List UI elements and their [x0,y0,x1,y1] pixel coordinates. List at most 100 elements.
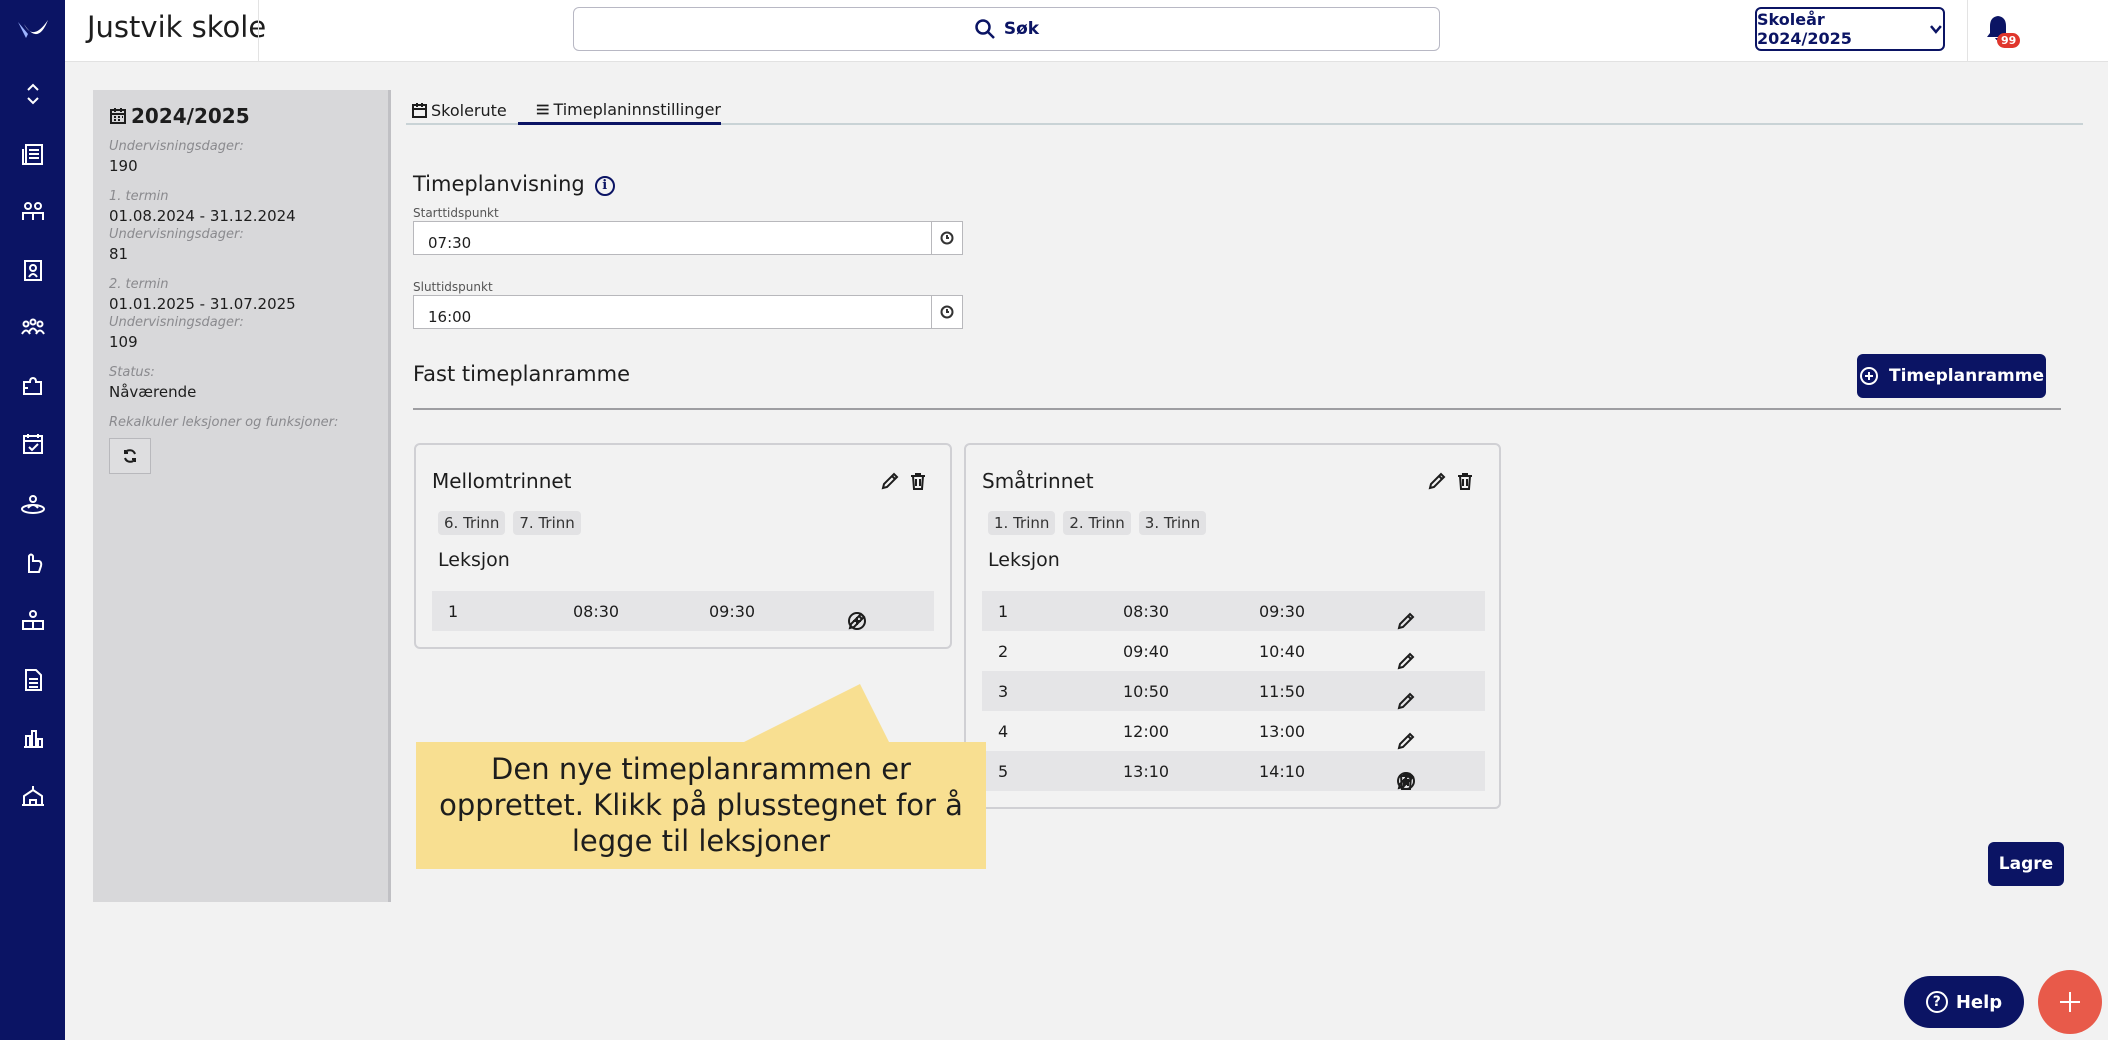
frame-card-mellomtrinnet: Mellomtrinnet 6. Trinn 7. Trinn Leksjon … [414,443,952,649]
end-time-value: 16:00 [428,308,472,326]
term2-days-label: Undervisningsdager: [109,315,244,330]
groups-icon[interactable] [19,314,47,342]
hand-icon[interactable] [19,548,47,576]
lesson-start: 12:00 [1123,722,1170,741]
end-time-label: Sluttidspunkt [413,280,493,294]
start-time-label: Starttidspunkt [413,206,499,220]
fixed-frame-heading: Fast timeplanramme [413,362,630,386]
lesson-number: 2 [998,642,1009,661]
tab-skolerute[interactable]: Skolerute [412,96,507,125]
puzzle-icon[interactable] [19,372,47,400]
term2-label: 2. termin [109,277,169,292]
document-icon[interactable] [19,666,47,694]
lesson-number: 1 [448,602,459,621]
plus-circle-icon[interactable] [847,611,867,635]
lesson-end: 13:00 [1259,722,1306,741]
term1-days-label: Undervisningsdager: [109,227,244,242]
lesson-row: 3 10:50 11:50 [982,671,1485,711]
lesson-row: 1 08:30 09:30 [982,591,1485,631]
term2-days-value: 109 [109,333,138,351]
school-year-selector[interactable]: Skoleår 2024/2025 [1755,7,1945,51]
list-icon [536,104,549,114]
info-year: 2024/2025 [131,104,250,128]
calendar-check-icon[interactable] [19,430,47,458]
lesson-end: 11:50 [1259,682,1306,701]
grade-chip: 2. Trinn [1063,511,1131,535]
expand-collapse-icon[interactable] [19,80,47,108]
tab-bar: Skolerute Timeplaninnstillinger [406,90,2083,125]
help-button[interactable]: ? Help [1904,976,2024,1028]
trash-icon[interactable] [1455,471,1475,495]
lesson-number: 1 [998,602,1009,621]
lesson-row: 4 12:00 13:00 [982,711,1485,751]
school-year-info-panel: 2024/2025 Undervisningsdager: 190 1. ter… [93,90,391,902]
desk-icon[interactable] [19,606,47,634]
start-time-value: 07:30 [428,234,472,252]
term1-value: 01.08.2024 - 31.12.2024 [109,207,296,225]
tooltip-arrow [740,684,890,744]
save-button[interactable]: Lagre [1988,842,2064,886]
person-orbit-icon[interactable] [19,490,47,518]
notification-badge: 99 [1997,33,2021,48]
info-icon[interactable]: i [594,175,615,196]
fab-add-button[interactable] [2038,970,2102,1034]
recalc-button[interactable] [109,438,151,474]
help-label: Help [1955,991,2003,1013]
term2-value: 01.01.2025 - 31.07.2025 [109,295,296,313]
clock-icon[interactable] [931,296,962,328]
lesson-start: 08:30 [1123,602,1170,621]
search-icon [975,19,995,39]
frame-card-smaatrinnet: Småtrinnet 1. Trinn 2. Trinn 3. Trinn Le… [964,443,1501,809]
timeplanvisning-title: Timeplanvisning [413,172,585,196]
lesson-start: 13:10 [1123,762,1170,781]
days-label: Undervisningsdager: [109,139,244,154]
timeplanvisning-heading: Timeplanvisning i [413,172,615,196]
term1-label: 1. termin [109,189,169,204]
lesson-number: 3 [998,682,1009,701]
chevron-down-icon [1930,25,1942,34]
start-time-input[interactable]: 07:30 [413,221,963,255]
status-label: Status: [109,365,155,380]
search-bar[interactable]: Søk [573,7,1440,51]
school-building-icon[interactable] [19,782,47,810]
trash-icon[interactable] [908,471,928,495]
plus-circle-icon[interactable] [1396,771,1416,795]
search-label: Søk [1003,19,1040,39]
grade-chip: 7. Trinn [513,511,581,535]
status-value: Nåværende [109,383,197,401]
add-timeplanramme-label: Timeplanramme [1888,366,2045,386]
edit-icon[interactable] [880,471,900,495]
grade-chip: 1. Trinn [988,511,1056,535]
clock-icon[interactable] [931,222,962,254]
tab-skolerute-label: Skolerute [431,101,507,120]
section-divider [413,408,2061,410]
grade-chip: 6. Trinn [438,511,506,535]
tab-timeplaninnstillinger-label: Timeplaninnstillinger [553,99,721,119]
lesson-row: 5 13:10 14:10 [982,751,1485,791]
term1-days-value: 81 [109,245,129,263]
news-icon[interactable] [19,140,47,168]
lesson-row: 1 08:30 09:30 [432,591,934,631]
bar-chart-icon[interactable] [19,724,47,752]
school-name: Justvik skole [87,10,267,44]
edit-icon[interactable] [1427,471,1447,495]
lesson-start: 10:50 [1123,682,1170,701]
lesson-number: 5 [998,762,1009,781]
lesson-end: 14:10 [1259,762,1306,781]
header-divider-right [1967,0,1968,62]
calendar-icon [412,103,427,118]
clipboard-icon[interactable] [19,256,47,284]
add-timeplanramme-button[interactable]: Timeplanramme [1857,354,2046,398]
logo-icon[interactable] [16,16,50,44]
tab-timeplaninnstillinger[interactable]: Timeplaninnstillinger [518,96,721,125]
guide-tooltip: Den nye timeplanrammen er opprettet. Kli… [416,742,986,869]
lesson-row: 2 09:40 10:40 [982,631,1485,671]
lesson-start: 09:40 [1123,642,1170,661]
students-icon[interactable] [19,198,47,226]
top-header: Justvik skole Søk Skoleår 2024/2025 99 A… [65,0,2108,62]
recalc-label: Rekalkuler leksjoner og funksjoner: [109,415,339,430]
plus-icon [2060,992,2080,1012]
calendar-icon [110,108,126,124]
end-time-input[interactable]: 16:00 [413,295,963,329]
question-icon: ? [1925,991,1948,1013]
